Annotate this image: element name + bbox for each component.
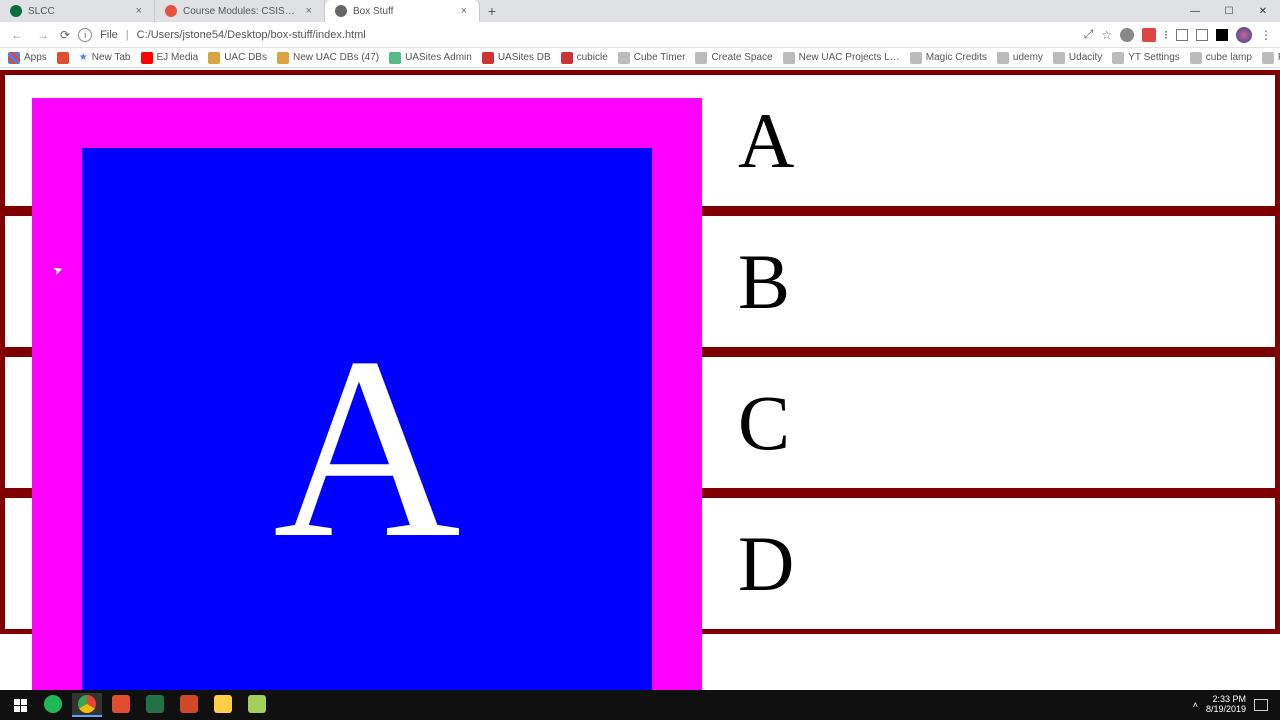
favicon-icon xyxy=(165,5,177,17)
bookmark-label: EJ Media xyxy=(157,52,199,63)
browser-tab-active[interactable]: Box Stuff × xyxy=(325,0,480,22)
bookmark-label: New UAC DBs (47) xyxy=(293,52,379,63)
bookmark-item[interactable] xyxy=(57,52,69,64)
row-letter: D xyxy=(738,519,794,609)
maximize-button[interactable]: ☐ xyxy=(1212,0,1246,22)
taskbar-app-powerpoint[interactable] xyxy=(174,693,204,717)
tab-title: Course Modules: CSIS-1430-401 xyxy=(183,6,298,17)
extension-icon[interactable] xyxy=(1196,29,1208,41)
browser-tab[interactable]: Course Modules: CSIS-1430-401 × xyxy=(155,0,325,22)
bookmark-label: New UAC Projects L… xyxy=(799,52,900,63)
bookmark-label: New Tab xyxy=(92,52,131,63)
address-bar: ← → ⟳ i File | C:/Users/jstone54/Desktop… xyxy=(0,22,1280,48)
magenta-box: A xyxy=(32,98,702,690)
zoom-icon[interactable]: ⤢ xyxy=(1084,27,1094,42)
taskbar-app-notepadpp[interactable] xyxy=(242,693,272,717)
tray-notifications-icon[interactable] xyxy=(1254,699,1268,711)
bookmark-item[interactable]: udemy xyxy=(997,52,1043,64)
tab-title: Box Stuff xyxy=(353,6,453,17)
back-button[interactable]: ← xyxy=(8,28,26,42)
extension-icon[interactable] xyxy=(1142,28,1156,42)
close-icon[interactable]: × xyxy=(304,5,314,17)
tray-date: 8/19/2019 xyxy=(1206,705,1246,715)
bookmark-item[interactable]: Review Items xyxy=(1262,52,1280,64)
bookmarks-bar: Apps ★New Tab EJ Media UAC DBs New UAC D… xyxy=(0,48,1280,68)
reload-button[interactable]: ⟳ xyxy=(60,28,70,42)
bookmark-item[interactable]: Magic Credits xyxy=(910,52,987,64)
bookmark-label: cube lamp xyxy=(1206,52,1252,63)
extension-icon[interactable]: ⁝ xyxy=(1164,28,1168,42)
bookmark-item[interactable]: cubicle xyxy=(561,52,608,64)
page-viewport: A B C D A ➤ xyxy=(0,68,1280,690)
bookmark-label: udemy xyxy=(1013,52,1043,63)
bookmark-label: Cube Timer xyxy=(634,52,686,63)
extension-icon[interactable] xyxy=(1216,29,1228,41)
bookmark-item[interactable]: New UAC Projects L… xyxy=(783,52,900,64)
bookmark-label: Apps xyxy=(24,52,47,63)
windows-taskbar: ˄ 2:33 PM 8/19/2019 xyxy=(0,690,1280,720)
bookmark-label: YT Settings xyxy=(1128,52,1180,63)
tray-chevron-icon[interactable]: ˄ xyxy=(1193,700,1198,710)
apps-button[interactable]: Apps xyxy=(8,52,47,64)
bookmark-item[interactable]: UASites DB xyxy=(482,52,551,64)
taskbar-app-explorer[interactable] xyxy=(208,693,238,717)
forward-button[interactable]: → xyxy=(34,28,52,42)
row-letter: A xyxy=(738,96,794,186)
blue-box: A xyxy=(82,148,652,690)
row-letter: C xyxy=(738,378,790,468)
bookmark-label: cubicle xyxy=(577,52,608,63)
favicon-icon xyxy=(335,5,347,17)
new-tab-button[interactable]: + xyxy=(480,0,504,22)
bookmark-item[interactable]: UASites Admin xyxy=(389,52,472,64)
taskbar-app-snagit[interactable] xyxy=(106,693,136,717)
window-controls: — ☐ ✕ xyxy=(1178,0,1280,22)
browser-tab-strip: SLCC × Course Modules: CSIS-1430-401 × B… xyxy=(0,0,1280,22)
big-letter: A xyxy=(273,318,461,578)
extension-icon[interactable] xyxy=(1176,29,1188,41)
close-icon[interactable]: × xyxy=(459,5,469,17)
bookmark-item[interactable]: Udacity xyxy=(1053,52,1102,64)
close-icon[interactable]: × xyxy=(134,5,144,17)
url-text[interactable]: C:/Users/jstone54/Desktop/box-stuff/inde… xyxy=(137,29,1076,41)
taskbar-app-excel[interactable] xyxy=(140,693,170,717)
taskbar-app-spotify[interactable] xyxy=(38,693,68,717)
tray-clock[interactable]: 2:33 PM 8/19/2019 xyxy=(1206,695,1246,715)
favicon-icon xyxy=(10,5,22,17)
bookmark-label: Magic Credits xyxy=(926,52,987,63)
tab-title: SLCC xyxy=(28,6,128,17)
bookmark-label: Udacity xyxy=(1069,52,1102,63)
minimize-button[interactable]: — xyxy=(1178,0,1212,22)
toolbar-right: ⤢ ☆ ⁝ ⋮ xyxy=(1084,27,1272,43)
bookmark-item[interactable]: Create Space xyxy=(695,52,772,64)
system-tray: ˄ 2:33 PM 8/19/2019 xyxy=(1193,695,1274,715)
bookmark-item[interactable]: YT Settings xyxy=(1112,52,1180,64)
site-info-icon[interactable]: i xyxy=(78,28,92,42)
bookmark-label: UASites DB xyxy=(498,52,551,63)
bookmark-item[interactable]: New UAC DBs (47) xyxy=(277,52,379,64)
chrome-menu-button[interactable]: ⋮ xyxy=(1260,28,1272,42)
bookmark-item[interactable]: EJ Media xyxy=(141,52,199,64)
bookmark-item[interactable]: cube lamp xyxy=(1190,52,1252,64)
profile-avatar[interactable] xyxy=(1236,27,1252,43)
bookmark-label: UASites Admin xyxy=(405,52,472,63)
bookmark-label: UAC DBs xyxy=(224,52,267,63)
url-separator: | xyxy=(126,29,129,41)
row-letter: B xyxy=(738,237,790,327)
url-scheme: File xyxy=(100,29,118,41)
taskbar-app-chrome[interactable] xyxy=(72,693,102,717)
star-icon[interactable]: ☆ xyxy=(1101,28,1112,42)
bookmark-item[interactable]: UAC DBs xyxy=(208,52,267,64)
close-window-button[interactable]: ✕ xyxy=(1246,0,1280,22)
browser-tab[interactable]: SLCC × xyxy=(0,0,155,22)
extension-icon[interactable] xyxy=(1120,28,1134,42)
start-button[interactable] xyxy=(6,693,34,717)
bookmark-item[interactable]: ★New Tab xyxy=(79,52,131,63)
bookmark-item[interactable]: Cube Timer xyxy=(618,52,686,64)
bookmark-label: Create Space xyxy=(711,52,772,63)
